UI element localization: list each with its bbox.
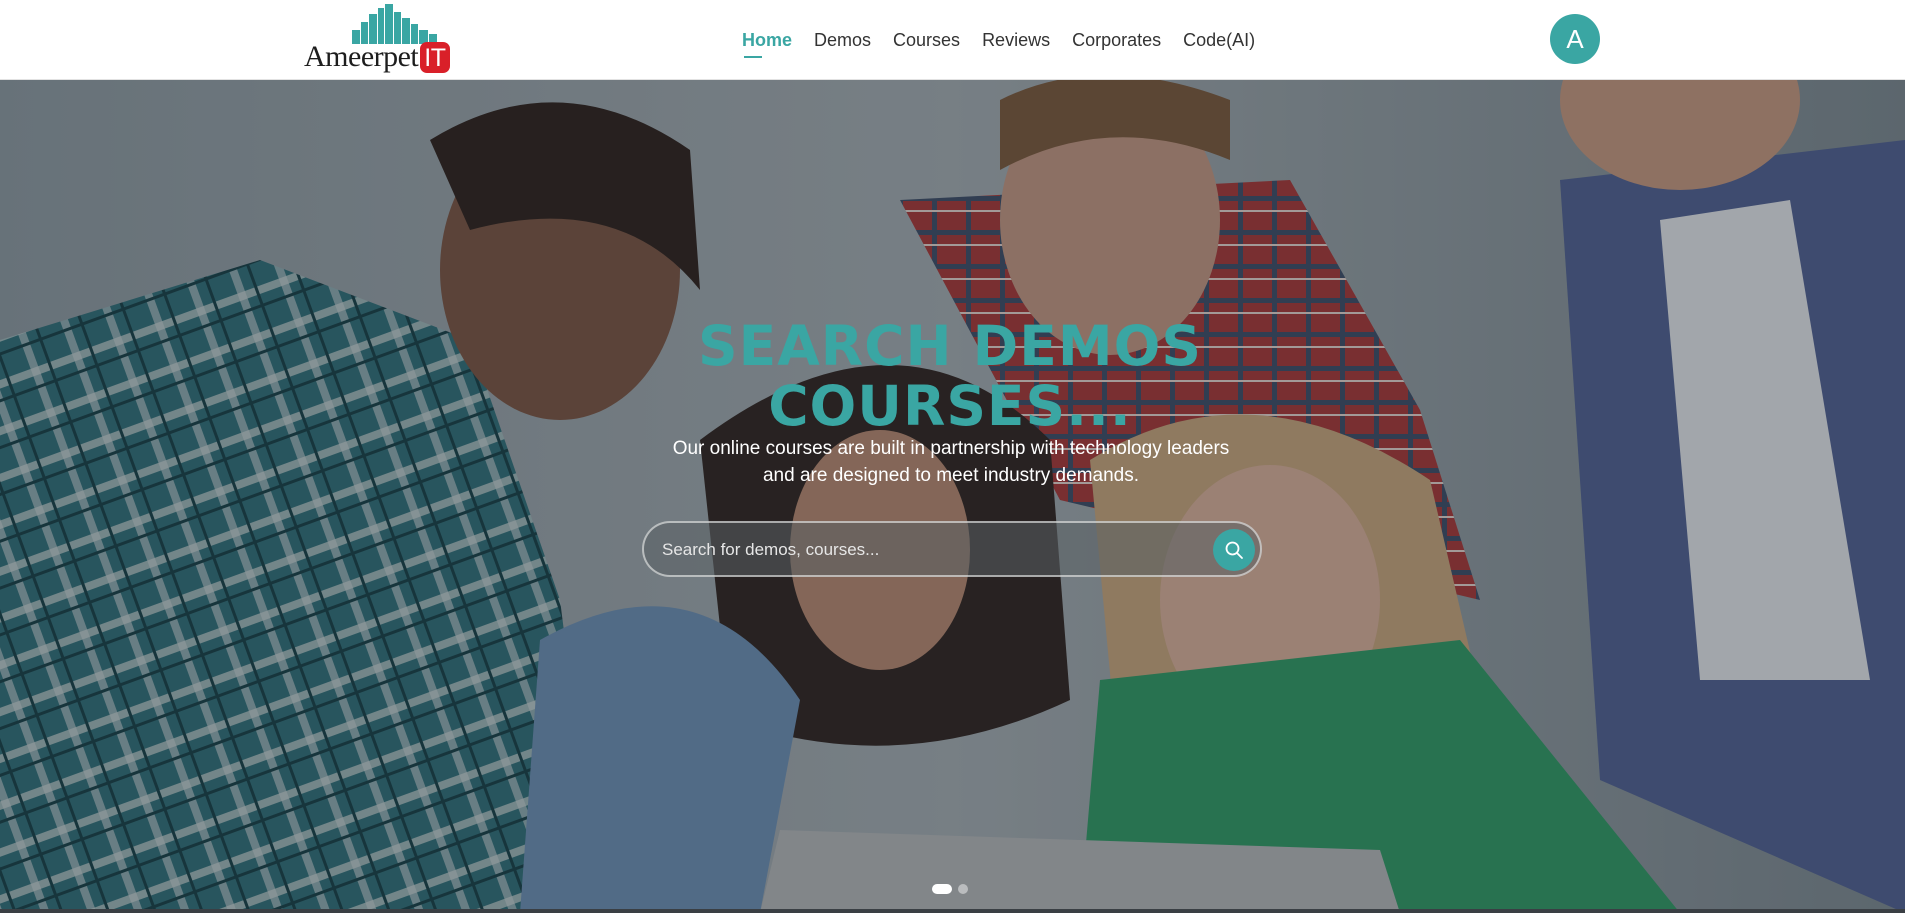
nav-item-reviews[interactable]: Reviews [982, 26, 1050, 55]
city-skyline-icon [352, 4, 437, 44]
hero-dim-overlay [0, 80, 1905, 913]
brand-name: Ameerpet [304, 40, 419, 73]
nav-item-home[interactable]: Home [742, 26, 792, 58]
carousel-dot-1[interactable] [932, 884, 952, 894]
search-button[interactable] [1213, 529, 1255, 571]
page-bottom-edge [0, 909, 1905, 913]
nav-item-code-ai[interactable]: Code(AI) [1183, 26, 1255, 55]
hero-title-line2: COURSES... [768, 374, 1132, 438]
hero-banner: SEARCH DEMOS COURSES... Our online cours… [0, 80, 1905, 913]
nav-item-courses[interactable]: Courses [893, 26, 960, 55]
search-icon [1225, 541, 1243, 559]
hero-subtitle-line1: Our online courses are built in partners… [672, 438, 1230, 459]
nav-item-demos[interactable]: Demos [814, 26, 871, 55]
search-box [642, 521, 1262, 577]
main-nav: Home Demos Courses Reviews Corporates Co… [742, 0, 1255, 80]
carousel-indicators [932, 884, 968, 894]
nav-item-corporates[interactable]: Corporates [1072, 26, 1161, 55]
carousel-dot-2[interactable] [958, 884, 968, 894]
search-input[interactable] [662, 535, 1182, 565]
user-avatar[interactable]: A [1550, 14, 1600, 64]
brand-badge: IT [420, 41, 450, 73]
hero-subtitle-line2: and are designed to meet industry demand… [762, 465, 1139, 486]
brand-logo[interactable]: Ameerpet IT [304, 4, 466, 74]
hero-subtitle: Our online courses are built in partners… [600, 435, 1302, 489]
hero-title: SEARCH DEMOS COURSES... [600, 316, 1300, 436]
brand-wordmark: Ameerpet IT [304, 40, 450, 74]
hero-title-line1: SEARCH DEMOS [698, 314, 1202, 378]
site-header: Ameerpet IT Home Demos Courses Reviews Co… [0, 0, 1905, 80]
